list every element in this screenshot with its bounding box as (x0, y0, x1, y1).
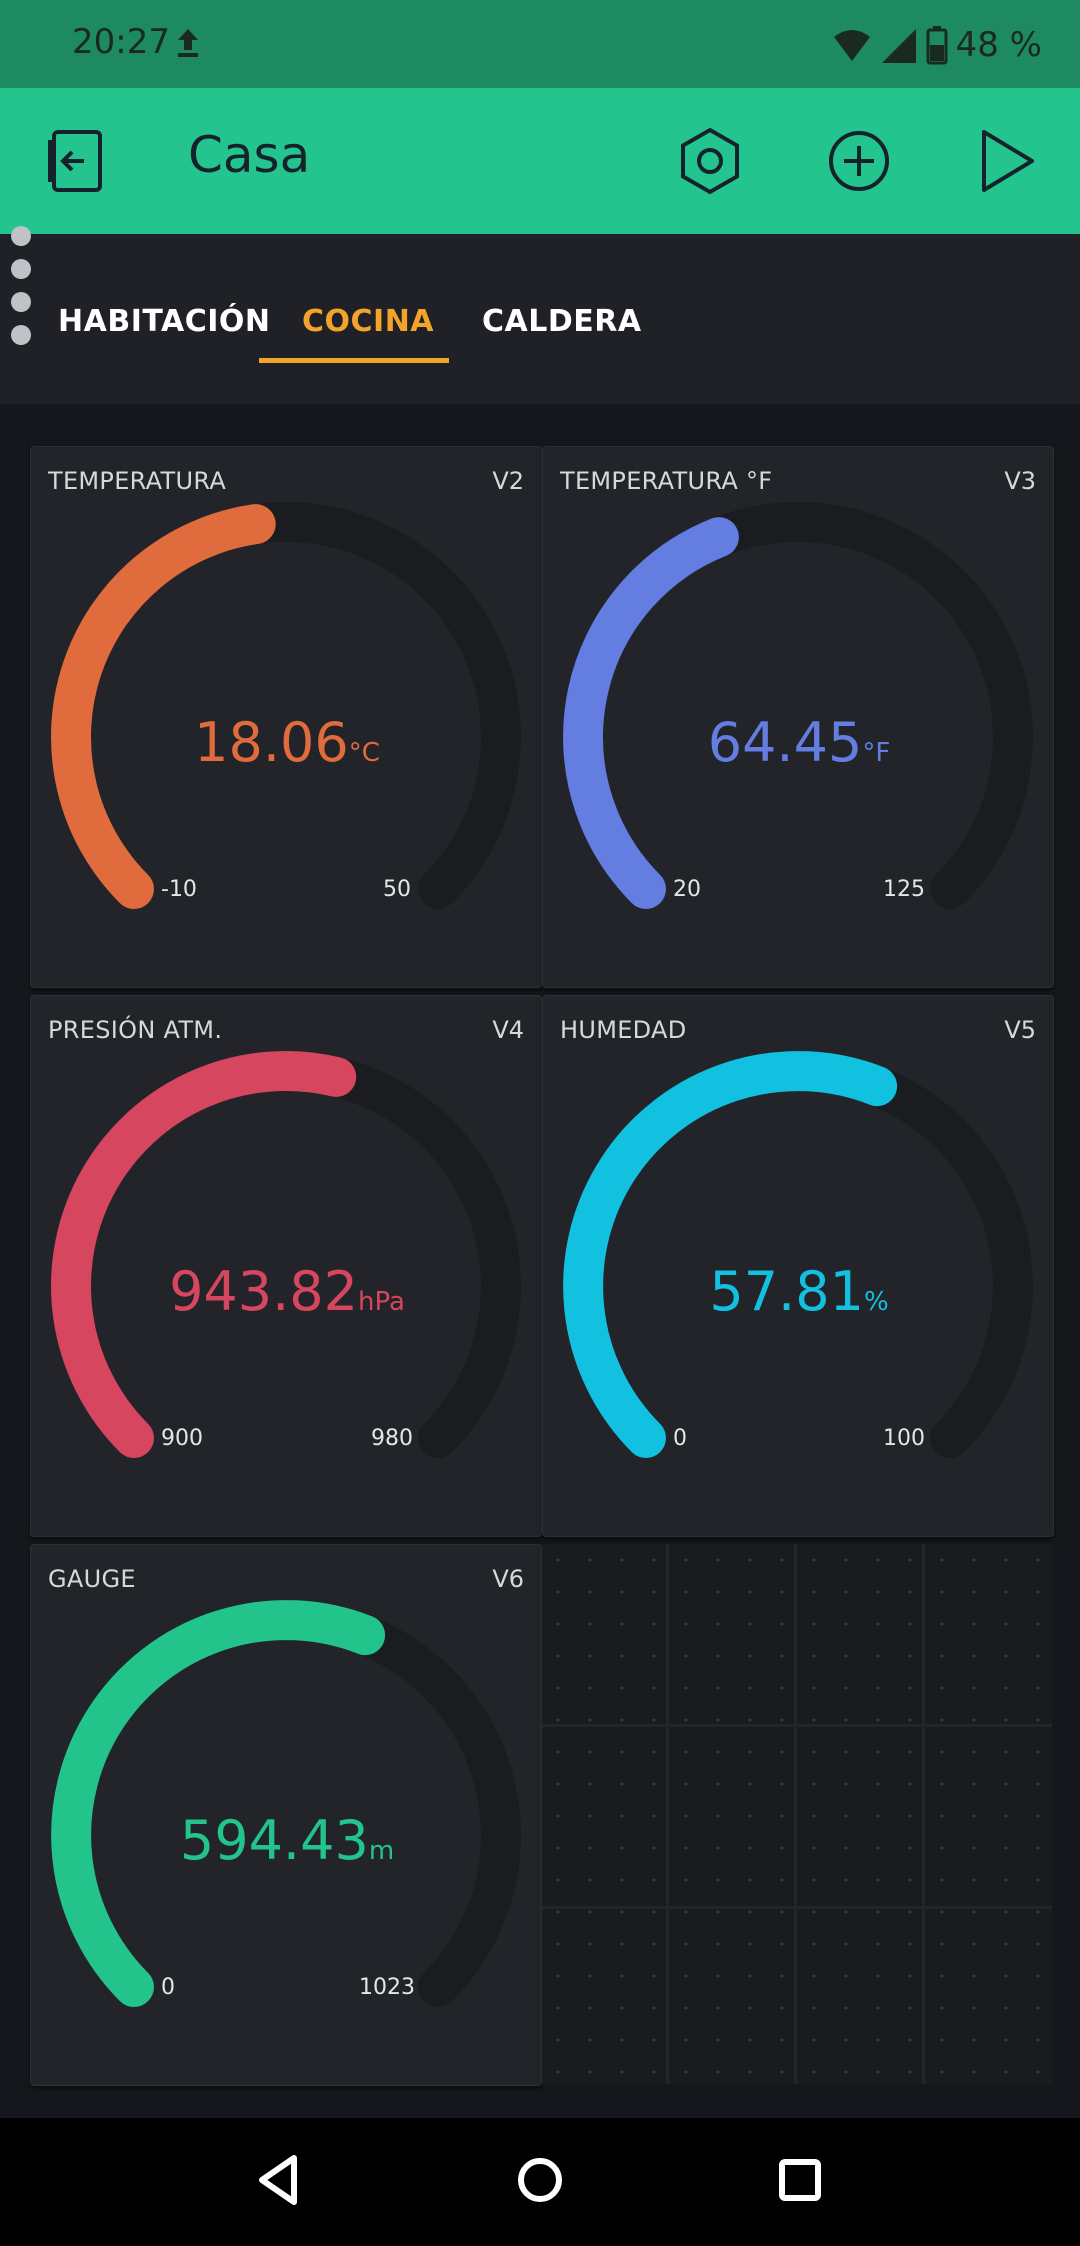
status-icons: 48 % (832, 18, 1042, 72)
gauge-unit: m (368, 1836, 395, 1866)
system-nav-bar (0, 2118, 1080, 2246)
add-widget-icon[interactable] (824, 126, 894, 196)
gauge-value-number: 943.82 (169, 1260, 359, 1323)
wifi-icon (833, 30, 870, 61)
active-tab-indicator (259, 358, 449, 363)
grid-divider (666, 1544, 669, 2084)
nav-home-icon[interactable] (508, 2148, 572, 2212)
tabs-bar: HABITACIÓN COCINA CALDERA (0, 226, 1080, 404)
gauge-unit: °F (862, 738, 891, 768)
grid-divider (542, 1724, 1052, 1727)
settings-hexagon-icon[interactable] (675, 126, 745, 196)
gauge-value: 594.43m (31, 1809, 543, 1872)
grid-divider (794, 1544, 797, 2084)
gauge-value: 57.81% (543, 1260, 1055, 1323)
gauge-fill (563, 1051, 898, 1458)
gauge-unit: % (863, 1287, 889, 1317)
gauge-widget[interactable]: PRESIÓN ATM. V4 943.82hPa 900 980 (30, 995, 542, 1537)
gauge-max: 1023 (359, 1975, 415, 2000)
app-bar: Casa (0, 88, 1080, 234)
gauge-value-number: 64.45 (707, 711, 863, 774)
gauge-value-number: 594.43 (179, 1809, 369, 1872)
gauge-widget[interactable]: HUMEDAD V5 57.81% 0 100 (542, 995, 1054, 1537)
gauge-unit: °C (348, 738, 380, 768)
page-dots[interactable] (11, 226, 31, 358)
gauge-value-number: 57.81 (709, 1260, 864, 1323)
grid-divider (922, 1544, 925, 2084)
gauge-max: 50 (383, 877, 411, 902)
nav-back-icon[interactable] (248, 2148, 312, 2212)
gauge-fill (51, 1600, 386, 2007)
gauge-value-number: 18.06 (194, 711, 349, 774)
grid-divider (542, 1906, 1052, 1909)
gauge-max: 980 (371, 1426, 413, 1451)
play-icon[interactable] (970, 126, 1040, 196)
gauge-min: 0 (161, 1975, 175, 2000)
gauge-unit: hPa (358, 1287, 405, 1317)
gauge-fill (51, 1050, 357, 1458)
nav-recents-icon[interactable] (768, 2148, 832, 2212)
gauge-value: 18.06°C (31, 711, 543, 774)
gauge-min: -10 (161, 877, 197, 902)
gauge-widget[interactable]: TEMPERATURA °F V3 64.45°F 20 125 (542, 446, 1054, 988)
tab-cocina[interactable]: COCINA (302, 304, 434, 339)
page-dot (11, 292, 31, 312)
gauge-fill (51, 504, 276, 909)
battery-icon (926, 26, 948, 65)
gauge-widget[interactable]: TEMPERATURA V2 18.06°C -10 50 (30, 446, 542, 988)
gauge-max: 125 (883, 877, 925, 902)
signal-icon (881, 29, 916, 63)
page-dot (11, 325, 31, 345)
gauge-value: 64.45°F (543, 711, 1055, 774)
gauge-min: 20 (673, 877, 701, 902)
project-title: Casa (188, 126, 311, 184)
page-dot (11, 259, 31, 279)
empty-widget-grid[interactable] (542, 1544, 1052, 2084)
status-time: 20:27 (72, 22, 170, 62)
exit-project-icon[interactable] (40, 126, 110, 196)
upload-icon (178, 29, 198, 57)
status-bar: 20:27 48 % (0, 0, 1080, 88)
gauge-widget[interactable]: GAUGE V6 594.43m 0 1023 (30, 1544, 542, 2086)
battery-percent: 48 % (955, 25, 1042, 65)
gauge-min: 0 (673, 1426, 687, 1451)
tab-habitacion[interactable]: HABITACIÓN (58, 304, 271, 339)
gauge-min: 900 (161, 1426, 203, 1451)
gauge-max: 100 (883, 1426, 925, 1451)
tab-caldera[interactable]: CALDERA (482, 304, 642, 339)
page-dot (11, 226, 31, 246)
gauge-value: 943.82hPa (31, 1260, 543, 1323)
